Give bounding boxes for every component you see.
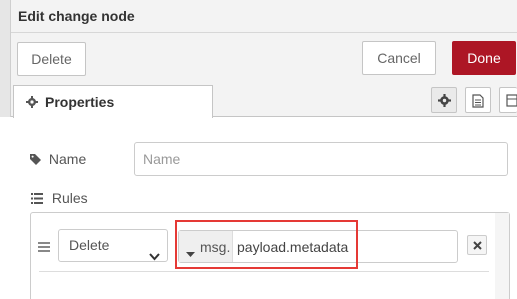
tab-properties[interactable]: Properties xyxy=(13,85,213,118)
rules-scrollbar[interactable] xyxy=(495,213,509,299)
workspace-edge xyxy=(0,0,11,33)
dialog-title: Edit change node xyxy=(18,8,135,24)
highlight-box xyxy=(175,220,358,269)
list-icon xyxy=(31,190,52,206)
tab-bar: Properties xyxy=(0,83,517,118)
name-label-text: Name xyxy=(48,151,87,167)
chevron-down-icon xyxy=(149,241,160,272)
remove-rule-button[interactable] xyxy=(467,235,487,255)
rule-divider xyxy=(39,271,489,272)
delete-button[interactable]: Delete xyxy=(17,42,86,76)
name-row: Name Name xyxy=(30,142,510,176)
drag-handle-icon[interactable] xyxy=(38,239,50,257)
name-input[interactable]: Name xyxy=(134,142,508,176)
tab-properties-label: Properties xyxy=(45,94,115,110)
rule-action-select[interactable]: Delete xyxy=(58,229,168,262)
gear-icon xyxy=(26,95,38,113)
workspace-edge xyxy=(0,83,11,117)
tab-description[interactable] xyxy=(465,87,491,113)
workspace-edge xyxy=(0,33,11,83)
tab-appearance[interactable] xyxy=(499,87,517,113)
rule-action-value: Delete xyxy=(69,237,110,253)
name-label: Name xyxy=(30,151,86,167)
done-button[interactable]: Done xyxy=(452,41,516,75)
dialog-titlebar: Edit change node xyxy=(0,0,517,33)
cancel-button[interactable]: Cancel xyxy=(362,41,436,75)
rules-label: Rules xyxy=(31,190,88,206)
dialog-toolbar: Delete Cancel Done xyxy=(0,33,517,83)
tag-icon xyxy=(30,151,49,167)
rules-label-text: Rules xyxy=(51,190,88,206)
tab-settings[interactable] xyxy=(431,87,457,113)
